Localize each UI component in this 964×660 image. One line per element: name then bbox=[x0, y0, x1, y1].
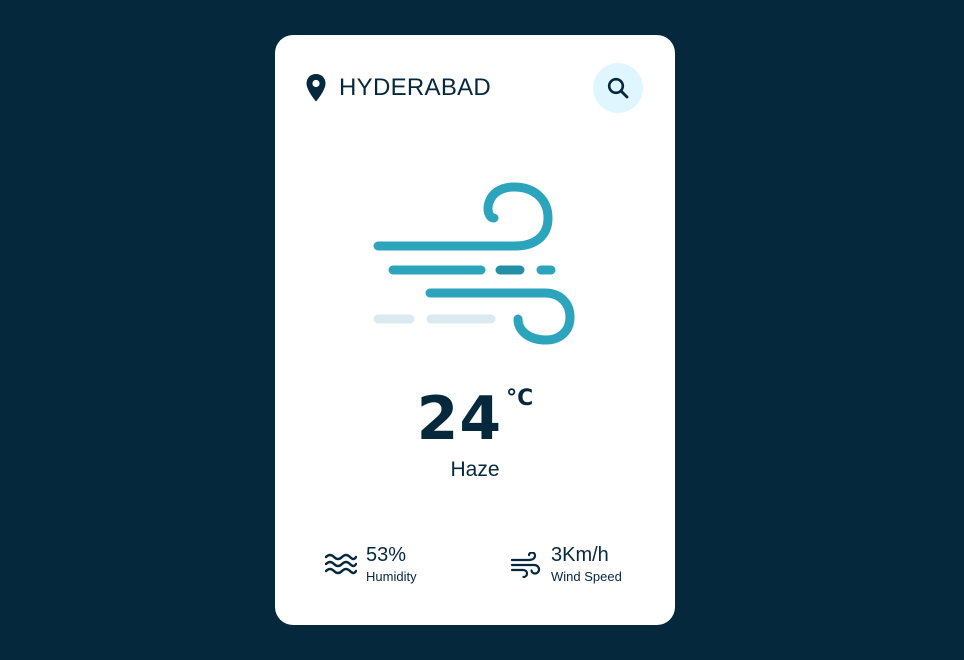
wind-speed-icon bbox=[510, 552, 540, 578]
humidity-label: Humidity bbox=[366, 569, 417, 584]
weather-card: HYDERABAD 24 °C Haze 53% Humidity 3Km/h … bbox=[275, 35, 675, 625]
weather-description: Haze bbox=[450, 458, 500, 481]
city-name: HYDERABAD bbox=[339, 74, 492, 101]
search-button[interactable] bbox=[593, 63, 643, 113]
map-pin-icon bbox=[306, 74, 326, 102]
wind-icon bbox=[373, 182, 575, 345]
humidity-waves-icon bbox=[325, 553, 357, 575]
search-icon bbox=[607, 77, 629, 99]
wind-speed-label: Wind Speed bbox=[551, 569, 622, 584]
temperature-value: 24 bbox=[416, 384, 503, 454]
humidity-value: 53% bbox=[366, 544, 407, 566]
temperature-unit: °C bbox=[506, 386, 534, 411]
wind-speed-value: 3Km/h bbox=[551, 544, 609, 566]
